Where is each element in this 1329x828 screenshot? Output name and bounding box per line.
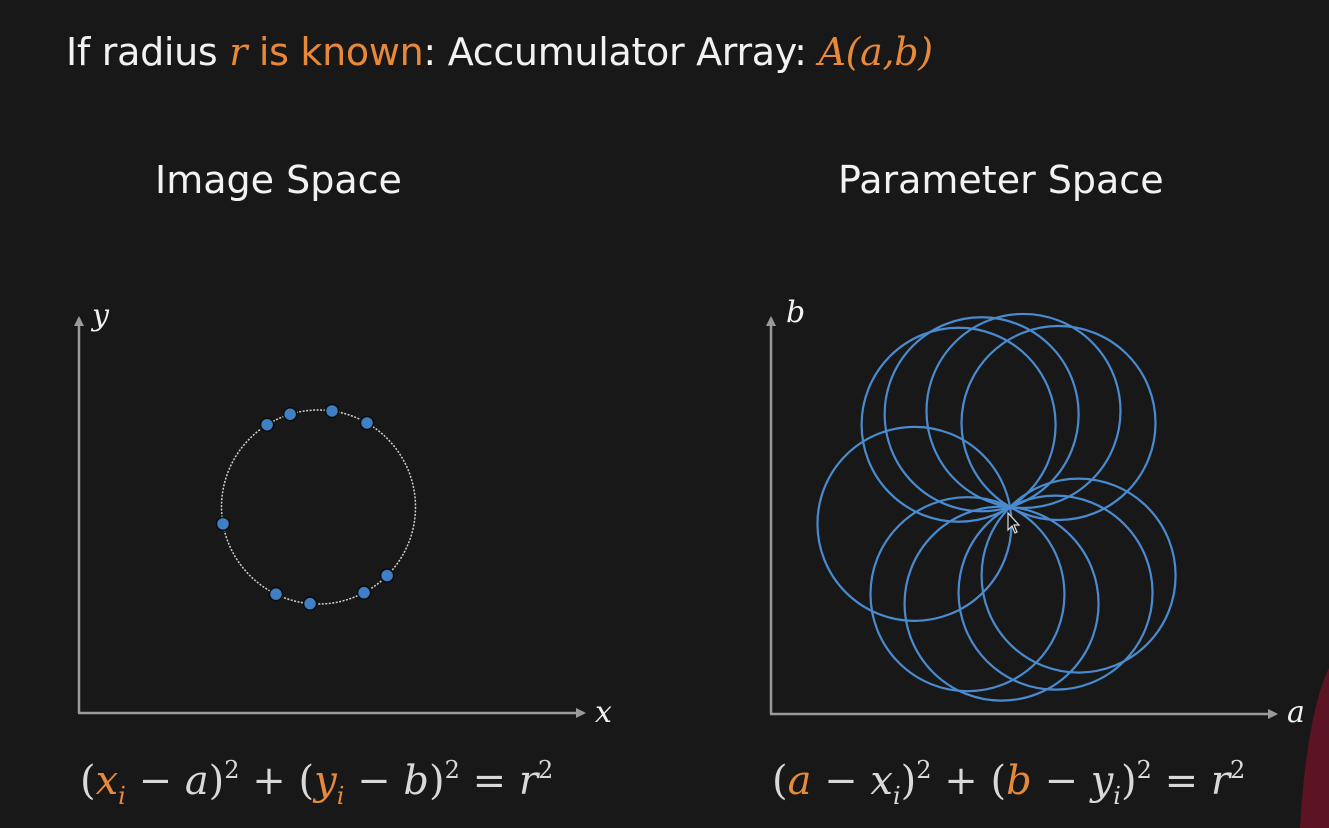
edge-point [268,586,284,602]
edge-point [379,568,395,583]
mouse-cursor-icon [1007,511,1021,534]
edge-point [259,417,275,432]
diagram-canvas: y x b a [74,295,1329,828]
edge-points [215,403,395,611]
image-space-equation: (xi − a)2 + (yi − b)2 = r2 [80,756,554,810]
parameter-circles [816,312,1177,702]
param-a-axis-label: a [1287,695,1305,730]
edge-point [356,585,372,600]
param-b-axis-label: b [786,295,805,330]
image-x-axis-label: x [595,695,612,730]
edge-point [215,516,231,532]
edge-point [282,406,298,422]
image-y-axis-label: y [90,298,110,333]
presenter-shirt [1300,668,1329,828]
edge-point [359,415,375,431]
edge-point [324,403,340,419]
edge-point [302,596,318,611]
parameter-space-equation: (a − xi)2 + (b − yi)2 = r2 [772,756,1246,810]
parameter-circle [980,477,1177,674]
